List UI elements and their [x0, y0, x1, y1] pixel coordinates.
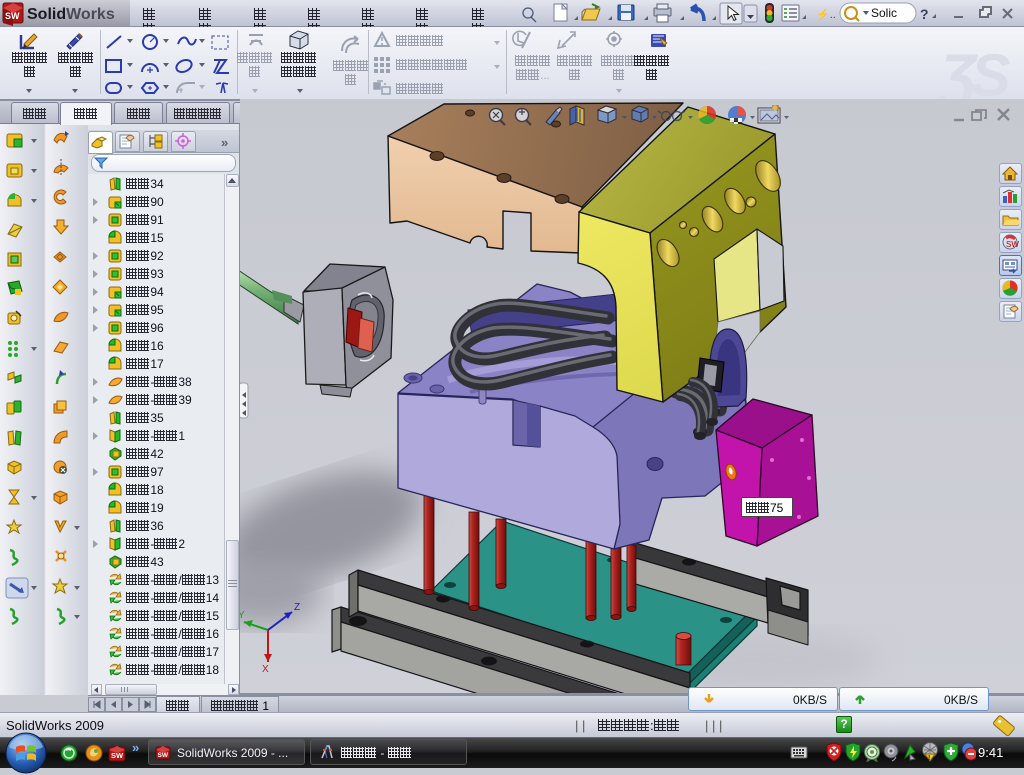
- svg-text:SW: SW: [111, 751, 124, 760]
- svg-text:SW: SW: [158, 752, 169, 759]
- svg-text:?: ?: [920, 6, 929, 22]
- svg-text:SW: SW: [5, 11, 20, 21]
- svg-text:⚡..: ⚡..: [816, 8, 836, 21]
- svg-text:SolidWorks: SolidWorks: [27, 6, 115, 23]
- svg-text:Y: Y: [240, 610, 245, 621]
- svg-text:X: X: [262, 664, 269, 675]
- svg-text:SW: SW: [1006, 240, 1019, 249]
- svg-text:!: !: [928, 755, 930, 762]
- svg-text:Solic: Solic: [871, 6, 897, 20]
- svg-text:Z: Z: [294, 602, 300, 613]
